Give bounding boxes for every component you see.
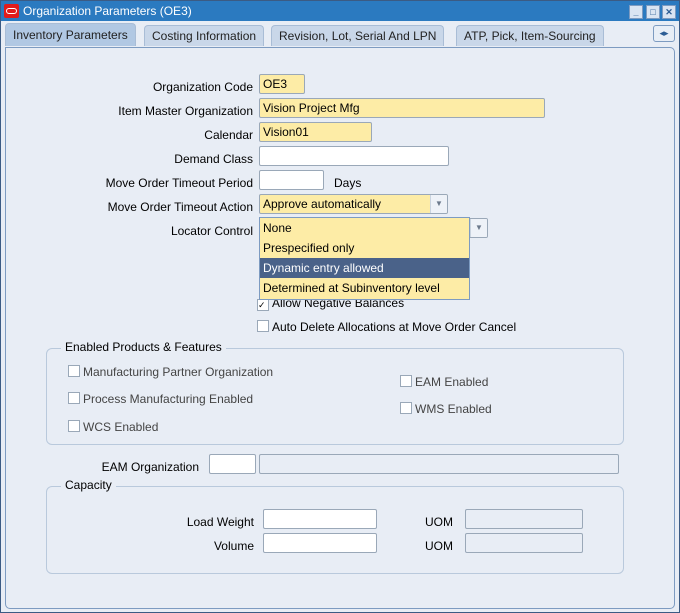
volume-uom-field[interactable] bbox=[465, 533, 583, 553]
eam-org-name-field bbox=[259, 454, 619, 474]
org-code-label: Organization Code bbox=[152, 80, 253, 94]
tab-scroll-button[interactable]: ◂▸ bbox=[653, 25, 675, 42]
process-manufacturing-checkbox[interactable]: Process Manufacturing Enabled bbox=[68, 392, 253, 406]
option-dynamic-entry-allowed[interactable]: Dynamic entry allowed bbox=[260, 258, 469, 278]
eam-org-code-field[interactable] bbox=[209, 454, 256, 474]
wms-enabled-checkbox[interactable]: WMS Enabled bbox=[400, 402, 492, 416]
tab-atp-pick-item-sourcing[interactable]: ATP, Pick, Item-Sourcing bbox=[456, 25, 604, 46]
checkbox-box[interactable] bbox=[400, 375, 412, 387]
checkbox-box[interactable] bbox=[68, 365, 80, 377]
load-weight-label: Load Weight bbox=[186, 515, 254, 529]
option-none[interactable]: None bbox=[260, 218, 469, 238]
timeout-period-field[interactable] bbox=[259, 170, 324, 190]
checkbox-box[interactable] bbox=[257, 320, 269, 332]
minimize-button[interactable]: _ bbox=[629, 5, 643, 19]
load-weight-uom-label: UOM bbox=[425, 515, 453, 529]
item-master-org-field[interactable]: Vision Project Mfg bbox=[259, 98, 545, 118]
tab-costing-information[interactable]: Costing Information bbox=[144, 25, 265, 46]
checkbox-box[interactable]: ✓ bbox=[257, 299, 269, 311]
oracle-logo-icon bbox=[4, 4, 19, 18]
tab-inventory-parameters[interactable]: Inventory Parameters bbox=[5, 23, 136, 46]
eam-enabled-checkbox[interactable]: EAM Enabled bbox=[400, 375, 488, 389]
checkbox-box[interactable] bbox=[400, 402, 412, 414]
capacity-group: Capacity Load Weight UOM Volume UOM bbox=[46, 478, 624, 574]
demand-class-label: Demand Class bbox=[174, 152, 253, 166]
timeout-action-label: Move Order Timeout Action bbox=[107, 200, 253, 214]
close-button[interactable]: ✕ bbox=[662, 5, 676, 19]
chevron-down-icon[interactable]: ▼ bbox=[470, 219, 487, 237]
eam-org-label: EAM Organization bbox=[101, 460, 199, 474]
days-label: Days bbox=[334, 176, 362, 190]
option-determined-at-subinventory[interactable]: Determined at Subinventory level bbox=[260, 278, 469, 298]
volume-uom-label: UOM bbox=[425, 539, 453, 553]
checkbox-label: WMS Enabled bbox=[415, 402, 492, 416]
checkbox-box[interactable] bbox=[68, 420, 80, 432]
checkbox-label: WCS Enabled bbox=[83, 420, 159, 434]
volume-label: Volume bbox=[213, 539, 254, 553]
org-code-field[interactable]: OE3 bbox=[259, 74, 305, 94]
checkbox-label: Manufacturing Partner Organization bbox=[83, 365, 274, 379]
timeout-period-label: Move Order Timeout Period bbox=[105, 176, 253, 190]
locator-control-options-list[interactable]: None Prespecified only Dynamic entry all… bbox=[259, 217, 470, 300]
timeout-action-value: Approve automatically bbox=[263, 197, 382, 211]
auto-delete-checkbox[interactable]: Auto Delete Allocations at Move Order Ca… bbox=[257, 320, 516, 334]
maximize-button[interactable]: □ bbox=[646, 5, 660, 19]
volume-field[interactable] bbox=[263, 533, 377, 553]
demand-class-field[interactable] bbox=[259, 146, 449, 166]
window-title: Organization Parameters (OE3) bbox=[23, 4, 192, 18]
title-bar: Organization Parameters (OE3) _ □ ✕ bbox=[1, 1, 679, 21]
enabled-products-title: Enabled Products & Features bbox=[61, 340, 226, 354]
organization-parameters-window: Organization Parameters (OE3) _ □ ✕ Inve… bbox=[0, 0, 680, 613]
tab-revision-lot-serial-lpn[interactable]: Revision, Lot, Serial And LPN bbox=[271, 25, 445, 46]
checkbox-label: EAM Enabled bbox=[415, 375, 489, 389]
load-weight-field[interactable] bbox=[263, 509, 377, 529]
locator-control-label: Locator Control bbox=[170, 224, 253, 238]
manufacturing-partner-checkbox[interactable]: Manufacturing Partner Organization bbox=[68, 365, 273, 379]
capacity-title: Capacity bbox=[61, 478, 116, 492]
calendar-field[interactable]: Vision01 bbox=[259, 122, 372, 142]
option-prespecified-only[interactable]: Prespecified only bbox=[260, 238, 469, 258]
chevron-down-icon[interactable]: ▼ bbox=[430, 195, 447, 213]
wcs-enabled-checkbox[interactable]: WCS Enabled bbox=[68, 420, 158, 434]
tab-panel: Organization Code OE3 Item Master Organi… bbox=[5, 47, 675, 609]
checkbox-label: Process Manufacturing Enabled bbox=[83, 392, 254, 406]
checkbox-box[interactable] bbox=[68, 392, 80, 404]
enabled-products-group: Enabled Products & Features Manufacturin… bbox=[46, 340, 624, 445]
load-weight-uom-field[interactable] bbox=[465, 509, 583, 529]
auto-delete-label: Auto Delete Allocations at Move Order Ca… bbox=[272, 320, 517, 334]
arrow-right-icon: ◂▸ bbox=[659, 28, 669, 38]
calendar-label: Calendar bbox=[204, 128, 253, 142]
timeout-action-dropdown[interactable]: Approve automatically ▼ bbox=[259, 194, 448, 214]
item-master-org-label: Item Master Organization bbox=[118, 104, 253, 118]
